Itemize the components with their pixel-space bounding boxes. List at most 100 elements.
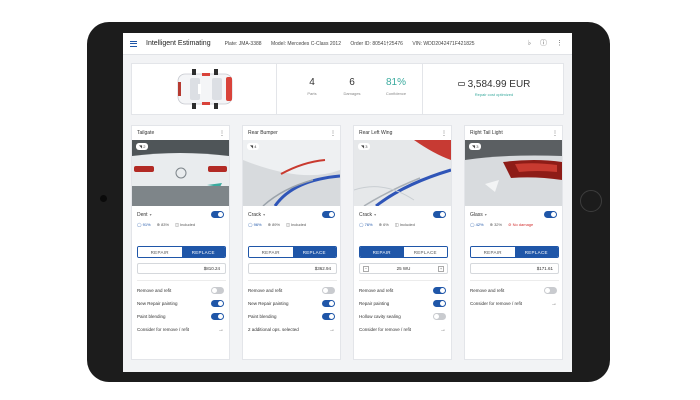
damage-type[interactable]: Crack [248, 212, 261, 218]
confidence-badge: ◯ 42% [470, 222, 484, 227]
option-toggle[interactable] [322, 287, 335, 294]
damage-type[interactable]: Crack [359, 212, 372, 218]
confidence-value: 81% [385, 77, 406, 88]
more-icon[interactable]: ⋮ [556, 40, 563, 47]
camera-dot [100, 195, 107, 202]
damage-photo[interactable]: ◥ 4 [243, 140, 340, 206]
damage-toggle[interactable] [322, 211, 335, 218]
top-bar: Intelligent Estimating Plate: JMA-3388 M… [123, 33, 572, 55]
card-more-icon[interactable]: ⋮ [219, 130, 225, 137]
card-title: Rear Left Wing [359, 130, 393, 136]
option-label: Remove and refit [470, 288, 505, 293]
photo-count-badge: ◥ 4 [247, 143, 260, 150]
plate-text: Plate: JMA-3388 [224, 40, 262, 47]
bumper-photo-icon [243, 140, 340, 206]
repair-button[interactable]: REPAIR [138, 247, 182, 257]
option-label: Repair painting [359, 301, 390, 306]
option-label: New Repair painting [248, 301, 289, 306]
repair-button[interactable]: REPAIR [471, 247, 515, 257]
card-more-icon[interactable]: ⋮ [552, 130, 558, 137]
option-toggle[interactable] [211, 287, 224, 294]
parts-label: Parts [307, 91, 317, 96]
card-more-icon[interactable]: ⋮ [330, 130, 336, 137]
arrow-right-icon: → [218, 326, 224, 333]
option-toggle[interactable] [433, 313, 446, 320]
card-footer-link[interactable]: 2 additional ops. selected → [243, 323, 340, 336]
card-title: Tailgate [137, 130, 155, 136]
damage-photo[interactable]: ◥ 3 [354, 140, 451, 206]
work-units-value: 25 WU [396, 266, 411, 271]
status-value: Included [399, 222, 415, 227]
cost-field[interactable]: $362.94 [248, 263, 337, 274]
chevron-down-icon[interactable]: ▾ [374, 212, 376, 217]
damage-photo[interactable]: ◥ 2 [132, 140, 229, 206]
vehicle-meta: Plate: JMA-3388 Model: Mercedes C-Class … [225, 41, 483, 47]
option-toggle[interactable] [322, 313, 335, 320]
replace-button[interactable]: REPLACE [292, 247, 336, 257]
repair-replace-toggle: REPAIR REPLACE [470, 246, 559, 258]
car-diagram[interactable] [132, 64, 277, 114]
info-icon[interactable]: ⓘ [540, 40, 547, 47]
card-footer-link[interactable]: Consider for remove / refit → [465, 297, 562, 310]
repair-button[interactable]: REPAIR [360, 247, 404, 257]
option-toggle[interactable] [211, 313, 224, 320]
option-toggle[interactable] [322, 300, 335, 307]
repair-button[interactable]: REPAIR [249, 247, 293, 257]
cost-field[interactable]: $810.24 [137, 263, 226, 274]
option-label: Remove and refit [248, 288, 283, 293]
damage-toggle[interactable] [211, 211, 224, 218]
photo-count: 2 [143, 144, 146, 149]
damage-toggle[interactable] [433, 211, 446, 218]
part-card-rear-left-wing: Rear Left Wing ⋮ ◥ 3 Crack ▾ ◯ 76% ⊕ 6% ◫ In… [353, 125, 452, 360]
replace-button[interactable]: REPLACE [403, 247, 447, 257]
work-units-stepper[interactable]: − 25 WU + [359, 263, 448, 274]
home-button[interactable] [580, 190, 602, 212]
damage-type[interactable]: Dent [137, 212, 148, 218]
card-more-icon[interactable]: ⋮ [441, 130, 447, 137]
area-value: 83% [161, 222, 170, 227]
plus-icon[interactable]: + [437, 265, 444, 272]
arrow-right-icon: → [551, 300, 557, 307]
option-label: Remove and refit [137, 288, 172, 293]
damage-toggle[interactable] [544, 211, 557, 218]
price-note: Repair cost optimized [474, 92, 514, 97]
chevron-down-icon[interactable]: ▾ [263, 212, 265, 217]
option-row: Hollow cavity sealing [354, 310, 451, 323]
confidence-value: 42% [475, 222, 484, 227]
card-footer-link[interactable]: Consider for remove / refit → [354, 323, 451, 336]
minus-icon[interactable]: − [363, 265, 369, 272]
chevron-down-icon[interactable]: ▾ [485, 212, 487, 217]
option-toggle[interactable] [433, 300, 446, 307]
option-toggle[interactable] [211, 300, 224, 307]
damage-photo[interactable]: ◥ 3 [465, 140, 562, 206]
replace-button[interactable]: REPLACE [514, 247, 558, 257]
confidence-badge: ◯ 91% [137, 222, 151, 227]
bell-icon[interactable]: ♭ [528, 40, 531, 47]
photo-count: 4 [254, 144, 257, 149]
damage-type[interactable]: Glass [470, 212, 483, 218]
total-price: 3,584.99 EUR [467, 79, 531, 90]
option-row: Remove and refit [243, 284, 340, 297]
status-badge: ◫ Included [286, 222, 307, 227]
damages-stat: 6 Damages [334, 77, 370, 96]
cost-field[interactable]: $171.61 [470, 263, 559, 274]
option-toggle[interactable] [433, 287, 446, 294]
footer-text: Consider for remove / refit [470, 301, 523, 306]
options-list: Remove and refit Consider for remove / r… [465, 284, 562, 310]
footer-text: Consider for remove / refit [359, 327, 412, 332]
option-row: Remove and refit [354, 284, 451, 297]
confidence-badge: ◯ 76% [359, 222, 373, 227]
cost-value: $171.61 [536, 266, 553, 271]
summary-panel: 4 Parts 6 Damages 81% Confidence 3,584.9… [131, 63, 564, 115]
option-label: New Repair painting [137, 301, 178, 306]
price-panel: 3,584.99 EUR Repair cost optimized [422, 64, 565, 114]
app-title: Intelligent Estimating [146, 40, 211, 47]
replace-button[interactable]: REPLACE [181, 247, 225, 257]
status-badge: ◫ Included [175, 222, 196, 227]
option-toggle[interactable] [544, 287, 557, 294]
part-card-rear-bumper: Rear Bumper ⋮ ◥ 4 Crack ▾ ◯ 96% ⊕ 89% ◫ Incl… [242, 125, 341, 360]
chevron-down-icon[interactable]: ▾ [150, 212, 152, 217]
menu-icon[interactable] [130, 40, 137, 47]
card-footer-link[interactable]: Consider for remove / refit → [132, 323, 229, 336]
area-badge: ⊕ 83% [156, 222, 170, 227]
